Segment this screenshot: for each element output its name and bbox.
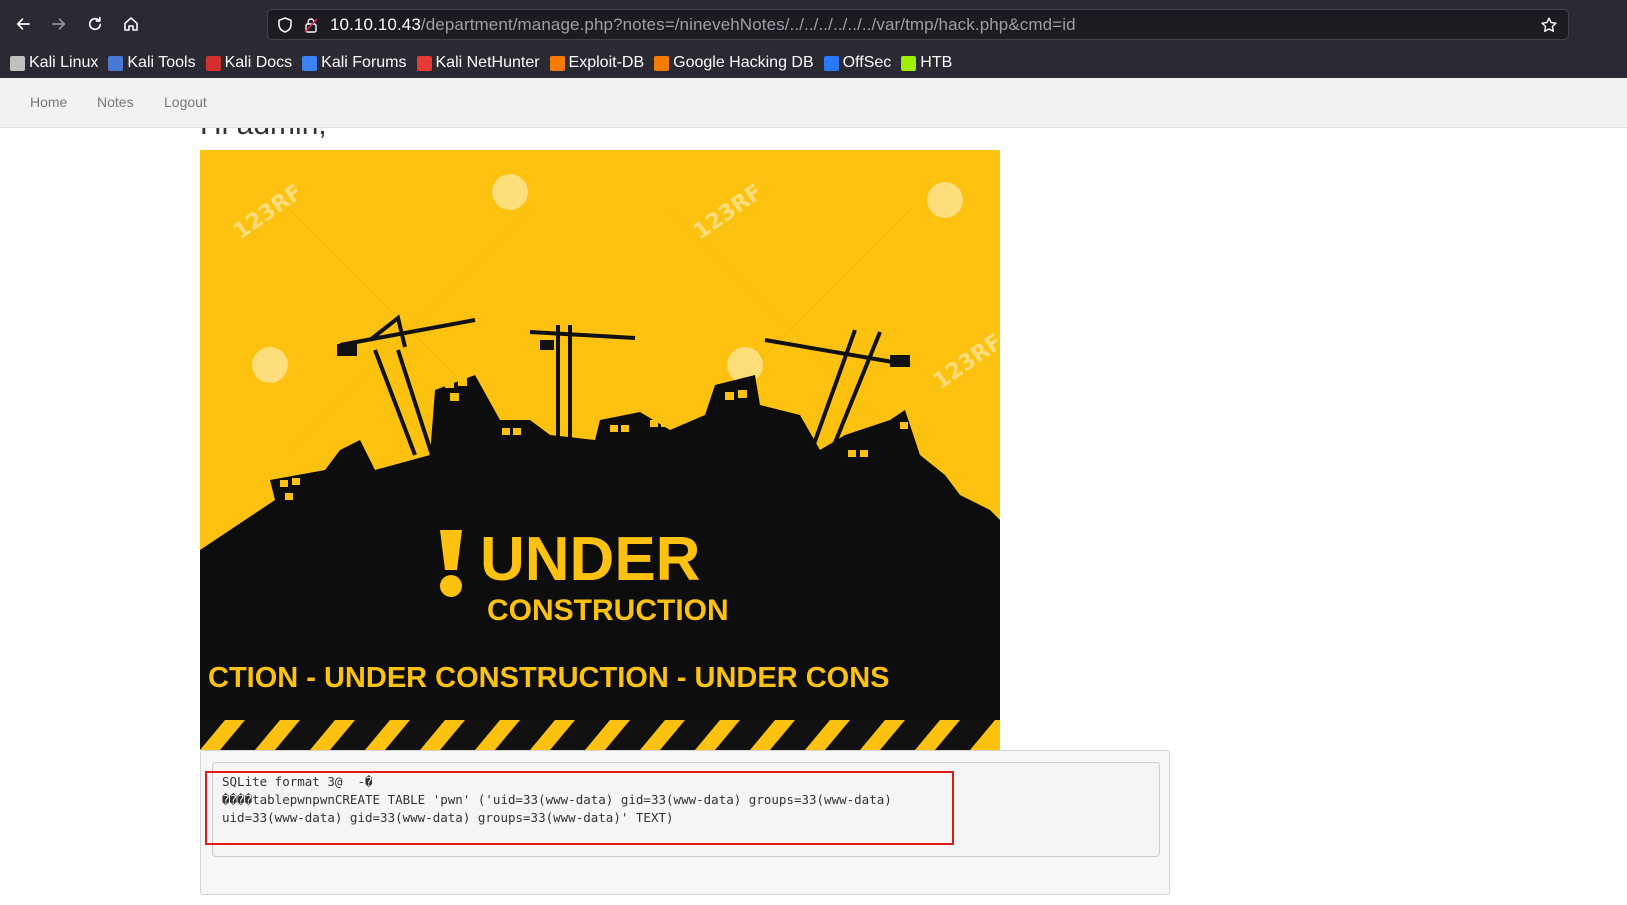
bookmark-item[interactable]: Google Hacking DB	[654, 54, 814, 72]
bookmark-item[interactable]: Kali Forums	[302, 54, 407, 72]
kali-docs-icon	[205, 55, 221, 71]
url-host: 10.10.10.43	[330, 15, 421, 34]
under-construction-image: 123RF 123RF 123RF UNDER CONSTRUCTION CTI…	[200, 150, 1000, 750]
ghdb-icon	[654, 55, 670, 71]
home-button[interactable]	[117, 10, 145, 38]
bookmark-item[interactable]: Kali Linux	[10, 54, 98, 72]
bookmark-label: Kali Linux	[29, 54, 99, 71]
bookmark-label: Exploit-DB	[568, 54, 645, 71]
bookmark-label: Kali NetHunter	[435, 54, 540, 71]
arrow-right-icon	[52, 18, 66, 30]
reload-button[interactable]	[81, 10, 109, 38]
nav-home-link[interactable]: Home	[30, 94, 67, 110]
hazard-stripes	[200, 720, 1000, 750]
forward-button[interactable]	[45, 10, 73, 38]
nav-logout-link[interactable]: Logout	[164, 94, 207, 110]
hero-banner-text: CTION - UNDER CONSTRUCTION - UNDER CONS	[208, 662, 890, 694]
site-navbar: Home Notes Logout	[0, 78, 1627, 128]
offsec-icon	[823, 55, 839, 71]
url-bar[interactable]: 10.10.10.43/department/manage.php?notes=…	[267, 9, 1569, 40]
bookmark-item[interactable]: Kali Docs	[205, 54, 293, 72]
home-icon	[124, 17, 138, 31]
exploit-db-icon	[549, 55, 565, 71]
hero-subtitle: CONSTRUCTION	[487, 594, 729, 627]
bookmark-item[interactable]: OffSec	[823, 54, 892, 72]
bookmark-star-icon[interactable]	[1540, 16, 1558, 34]
bookmark-item[interactable]: Exploit-DB	[549, 54, 645, 72]
browser-chrome: 10.10.10.43/department/manage.php?notes=…	[0, 0, 1627, 78]
red-highlight-box	[205, 771, 954, 845]
url-path: /department/manage.php?notes=/ninevehNot…	[420, 15, 1076, 34]
bookmark-item[interactable]: HTB	[901, 54, 952, 72]
hero-title: UNDER	[480, 525, 700, 594]
bookmark-item[interactable]: Kali NetHunter	[416, 54, 540, 72]
kali-forums-icon	[302, 55, 318, 71]
bookmark-label: Google Hacking DB	[673, 54, 814, 71]
htb-icon	[901, 55, 917, 71]
browser-toolbar: 10.10.10.43/department/manage.php?notes=…	[0, 0, 1627, 48]
reload-icon	[88, 16, 102, 31]
bookmark-label: Kali Forums	[321, 54, 407, 71]
arrow-left-icon	[16, 18, 30, 30]
bookmark-label: Kali Tools	[127, 54, 196, 71]
bookmark-label: OffSec	[842, 54, 892, 71]
bookmarks-bar: Kali Linux Kali Tools Kali Docs Kali Forums…	[0, 48, 1627, 78]
bookmark-item[interactable]: Kali Tools	[108, 54, 196, 72]
nav-notes-link[interactable]: Notes	[97, 94, 134, 110]
kali-tools-icon	[108, 55, 124, 71]
url-text[interactable]: 10.10.10.43/department/manage.php?notes=…	[330, 15, 1076, 35]
bookmark-label: HTB	[920, 54, 953, 71]
nethunter-icon	[416, 55, 432, 71]
insecure-lock-icon[interactable]	[302, 16, 320, 34]
kali-dragon-icon	[10, 55, 25, 71]
tracking-protection-icon[interactable]	[276, 16, 294, 34]
bookmark-label: Kali Docs	[224, 54, 293, 71]
back-button[interactable]	[9, 10, 37, 38]
